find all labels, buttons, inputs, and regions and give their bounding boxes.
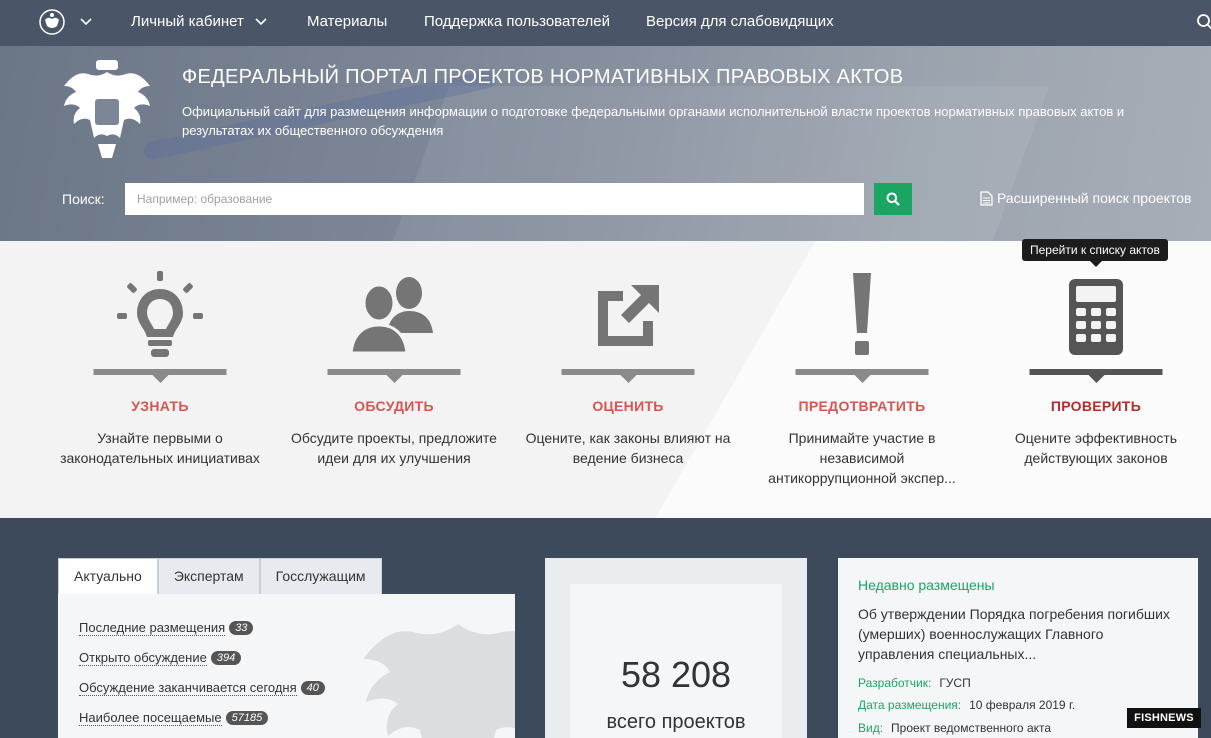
total-projects-card[interactable]: 58 208 всего проектов (570, 584, 782, 738)
feature-discuss[interactable]: ОБСУДИТЬ Обсудите проекты, предложите ид… (277, 241, 511, 518)
stat-ending-today[interactable]: Обсуждение заканчивается сегодня 40 (79, 680, 325, 696)
stat-label[interactable]: Обсуждение заканчивается сегодня (79, 680, 297, 696)
nav-user-support[interactable]: Поддержка пользователей (424, 13, 610, 30)
feature-check[interactable]: ПРОВЕРИТЬ Оцените эффективность действую… (979, 241, 1211, 518)
feature-divider (1029, 369, 1163, 383)
total-projects-label: всего проектов (606, 711, 746, 733)
meta-key: Вид: (858, 721, 884, 735)
feature-divider (327, 369, 461, 383)
feature-title: УЗНАТЬ (131, 398, 189, 414)
total-projects-panel: 58 208 всего проектов (545, 558, 807, 738)
meta-developer: Разработчик: ГУСП (858, 676, 971, 690)
advanced-search-link[interactable]: Расширенный поиск проектов (980, 190, 1191, 206)
stat-label[interactable]: Последние размещения (79, 620, 226, 636)
search-label: Поиск: (62, 191, 105, 207)
lightbulb-icon (117, 271, 203, 357)
stat-open-discussion[interactable]: Открыто обсуждение 394 (79, 650, 242, 666)
meta-key: Дата размещения: (858, 698, 962, 712)
tab-experts[interactable]: Экспертам (157, 558, 260, 594)
feature-divider (795, 369, 929, 383)
advanced-search-label: Расширенный поиск проектов (997, 190, 1192, 206)
feature-learn[interactable]: УЗНАТЬ Узнайте первыми о законодательных… (43, 241, 277, 518)
document-icon (980, 190, 993, 206)
chevron-down-icon[interactable] (254, 14, 268, 28)
tab-civil-servants[interactable]: Госслужащим (259, 558, 382, 594)
tooltip: Перейти к списку актов (1022, 239, 1168, 267)
meta-type: Вид: Проект ведомственного акта (858, 721, 1051, 735)
watermark-text: NEWS (1160, 712, 1194, 724)
feature-prevent[interactable]: ПРЕДОТВРАТИТЬ Принимайте участие в незав… (745, 241, 979, 518)
meta-date: Дата размещения: 10 февраля 2019 г. (858, 698, 1075, 712)
feature-evaluate[interactable]: ОЦЕНИТЬ Оцените, как законы влияют на ве… (511, 241, 745, 518)
exclamation-icon (853, 273, 871, 355)
top-navigation: Личный кабинет Материалы Поддержка польз… (0, 0, 1211, 46)
tabs: Актуально Экспертам Госслужащим (58, 558, 382, 594)
meta-value: ГУСП (939, 676, 971, 690)
features-section: УЗНАТЬ Узнайте первыми о законодательных… (0, 241, 1211, 518)
tab-current[interactable]: Актуально (58, 558, 158, 594)
feature-divider (561, 369, 695, 383)
share-arrow-icon (598, 285, 659, 346)
nav-materials[interactable]: Материалы (307, 13, 387, 30)
people-icon (349, 277, 433, 355)
recent-title[interactable]: Недавно размещены (858, 577, 995, 593)
feature-description: Принимайте участие в независимой антикор… (768, 430, 956, 486)
stat-most-visited[interactable]: Наиболее посещаемые 57185 (79, 710, 269, 726)
chevron-down-icon[interactable] (79, 14, 93, 28)
page-subtitle: Официальный сайт для размещения информац… (182, 104, 1125, 138)
feature-description: Оцените, как законы влияют на ведение би… (525, 430, 731, 466)
watermark-text: FISH (1134, 712, 1161, 724)
stat-label[interactable]: Открыто обсуждение (79, 650, 207, 666)
feature-divider (93, 369, 227, 383)
coat-of-arms-watermark-icon (363, 624, 515, 738)
coat-of-arms-icon (64, 60, 150, 158)
feature-title: ПРЕДОТВРАТИТЬ (798, 398, 926, 414)
emblem-icon[interactable] (38, 8, 66, 36)
meta-key: Разработчик: (858, 676, 932, 690)
stats-panel: Последние размещения 33 Открыто обсужден… (58, 594, 515, 738)
nav-personal-account[interactable]: Личный кабинет (131, 13, 244, 30)
hero-banner: ФЕДЕРАЛЬНЫЙ ПОРТАЛ ПРОЕКТОВ НОРМАТИВНЫХ … (0, 46, 1211, 241)
search-input[interactable] (125, 183, 864, 215)
meta-value: Проект ведомственного акта (891, 721, 1052, 735)
stat-label[interactable]: Наиболее посещаемые (79, 710, 222, 726)
feature-title: ОЦЕНИТЬ (592, 398, 664, 414)
feature-description: Оцените эффективность действующих законо… (1014, 430, 1178, 466)
count-badge: 33 (229, 621, 254, 635)
feature-title: ПРОВЕРИТЬ (1050, 398, 1142, 414)
recent-document-link[interactable]: Об утверждении Порядка погребения погибш… (858, 604, 1178, 664)
fishnews-watermark: FISH NEWS (1127, 708, 1201, 728)
stat-latest-postings[interactable]: Последние размещения 33 (79, 620, 254, 636)
search-icon[interactable] (1196, 13, 1211, 31)
count-badge: 40 (300, 681, 325, 695)
calculator-icon (1069, 279, 1123, 355)
search-icon (886, 192, 900, 206)
search-button[interactable] (874, 183, 912, 215)
count-badge: 57185 (225, 711, 269, 725)
nav-accessibility-version[interactable]: Версия для слабовидящих (646, 13, 834, 30)
total-projects-number: 58 208 (620, 654, 732, 695)
page-title: ФЕДЕРАЛЬНЫЙ ПОРТАЛ ПРОЕКТОВ НОРМАТИВНЫХ … (182, 66, 904, 88)
feature-title: ОБСУДИТЬ (354, 398, 434, 414)
meta-value: 10 февраля 2019 г. (969, 698, 1076, 712)
feature-description: Обсудите проекты, предложите идеи для их… (291, 430, 497, 466)
count-badge: 394 (210, 651, 242, 665)
feature-description: Узнайте первыми о законодательных инициа… (60, 430, 260, 466)
